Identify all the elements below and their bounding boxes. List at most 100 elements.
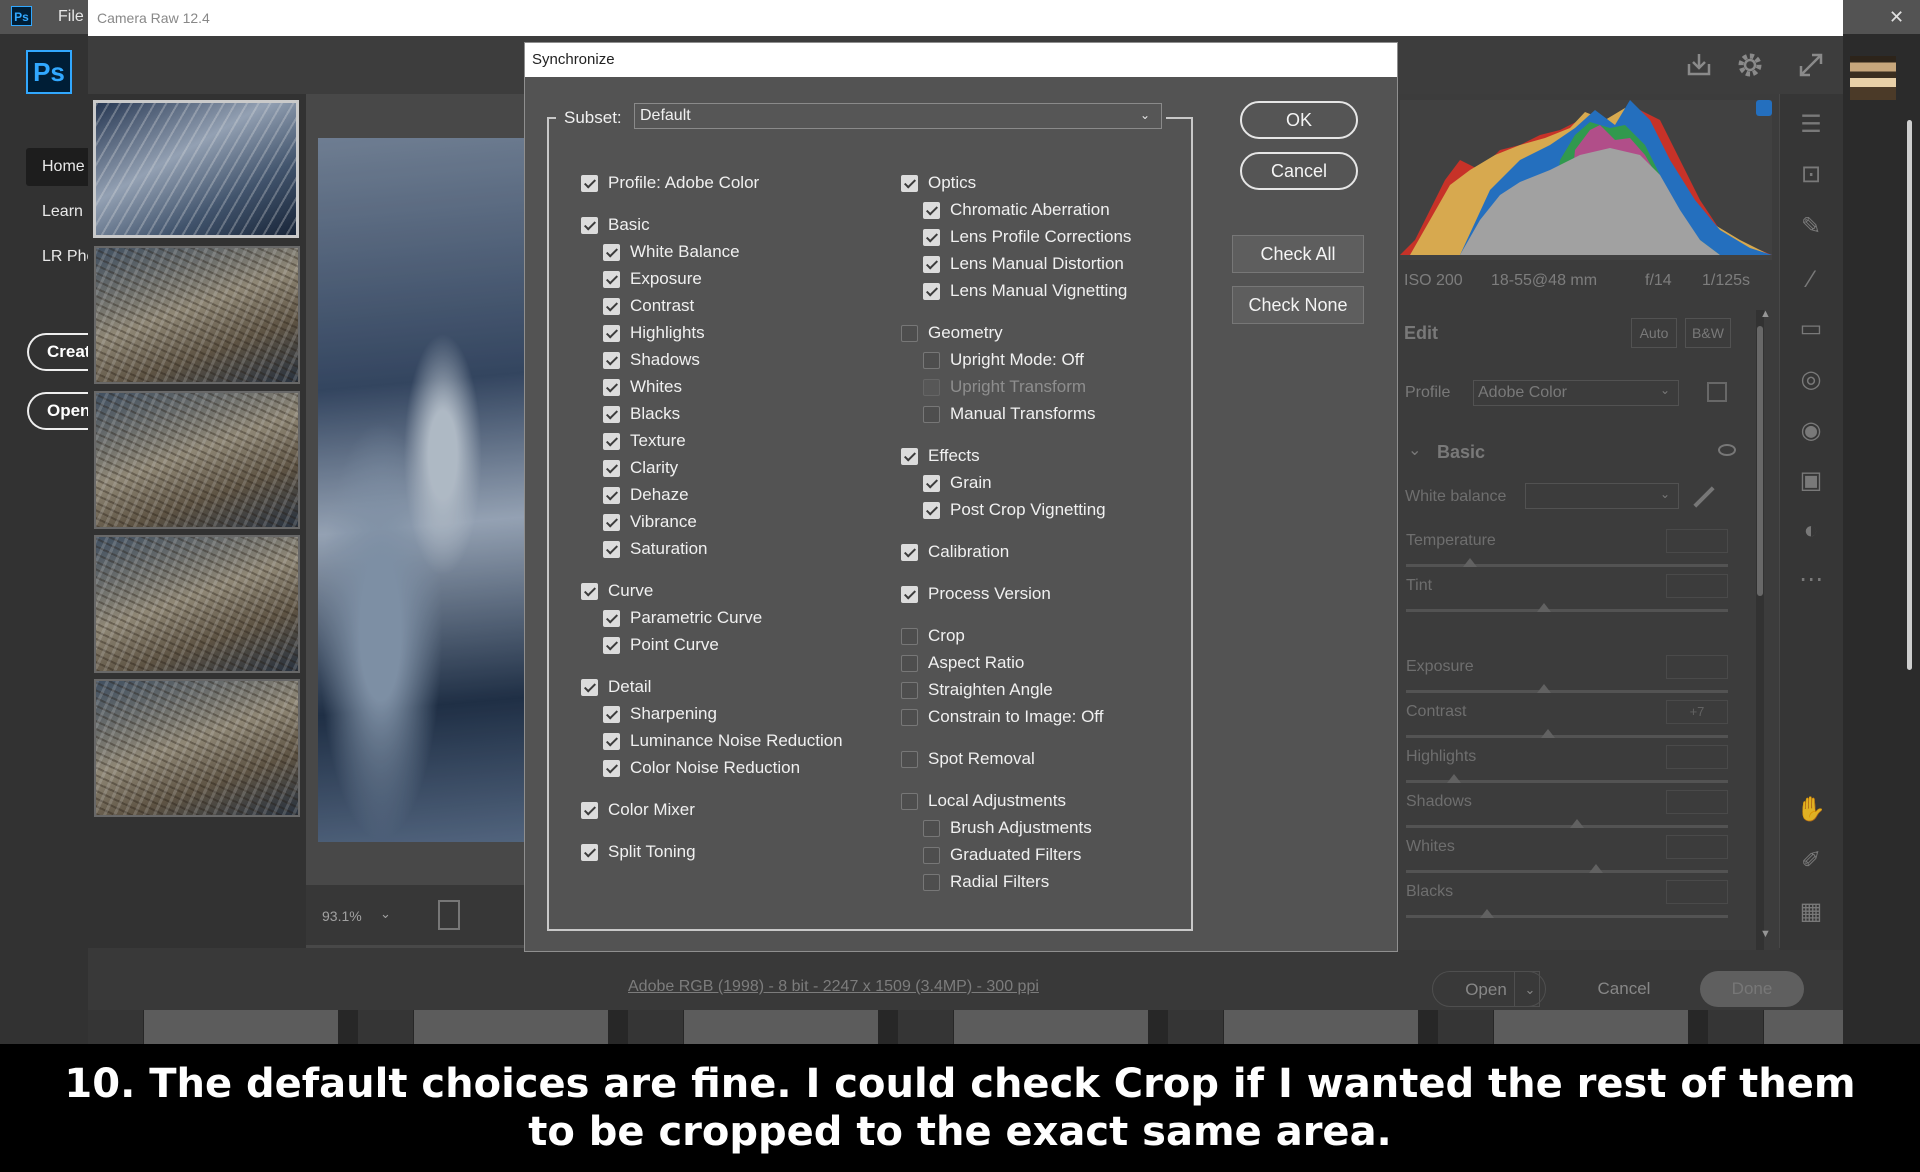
checkbox[interactable] (923, 405, 940, 423)
checkbox[interactable] (901, 681, 918, 699)
nav-learn[interactable]: Learn (42, 203, 83, 221)
checkbox[interactable] (923, 351, 940, 369)
checkbox-row-upright-mode-off[interactable]: Upright Mode: Off (923, 349, 1084, 371)
checkbox-row-profile-adobe-color[interactable]: Profile: Adobe Color (581, 172, 759, 194)
checkbox-row-process-version[interactable]: Process Version (901, 583, 1051, 605)
checkbox[interactable] (901, 585, 918, 603)
checkbox[interactable] (603, 540, 620, 558)
checkbox-row-split-toning[interactable]: Split Toning (581, 841, 696, 863)
checkbox-row-clarity[interactable]: Clarity (603, 457, 678, 479)
checkbox-row-parametric-curve[interactable]: Parametric Curve (603, 607, 762, 629)
checkbox-row-grain[interactable]: Grain (923, 472, 992, 494)
checkbox[interactable] (603, 513, 620, 531)
checkbox-row-curve[interactable]: Curve (581, 580, 653, 602)
checkbox[interactable] (603, 609, 620, 627)
checkbox-row-basic[interactable]: Basic (581, 214, 650, 236)
checkbox[interactable] (581, 801, 598, 819)
checkbox-row-aspect-ratio[interactable]: Aspect Ratio (901, 652, 1024, 674)
checkbox-row-detail[interactable]: Detail (581, 676, 651, 698)
checkbox-row-contrast[interactable]: Contrast (603, 295, 694, 317)
checkbox[interactable] (901, 792, 918, 810)
checkbox[interactable] (901, 447, 918, 465)
checkbox-row-shadows[interactable]: Shadows (603, 349, 700, 371)
checkbox[interactable] (603, 636, 620, 654)
check-none-button[interactable]: Check None (1232, 286, 1364, 324)
checkbox-row-lens-profile-corrections[interactable]: Lens Profile Corrections (923, 226, 1131, 248)
checkbox-row-vibrance[interactable]: Vibrance (603, 511, 697, 533)
checkbox-row-blacks[interactable]: Blacks (603, 403, 680, 425)
checkbox-row-effects[interactable]: Effects (901, 445, 980, 467)
checkbox-row-crop[interactable]: Crop (901, 625, 965, 647)
checkbox[interactable] (923, 873, 940, 891)
checkbox-row-local-adjustments[interactable]: Local Adjustments (901, 790, 1066, 812)
checkbox-row-dehaze[interactable]: Dehaze (603, 484, 689, 506)
checkbox-row-manual-transforms[interactable]: Manual Transforms (923, 403, 1096, 425)
checkbox[interactable] (901, 708, 918, 726)
checkbox[interactable] (901, 324, 918, 342)
checkbox[interactable] (581, 582, 598, 600)
chevron-down-icon[interactable]: ⌄ (1140, 108, 1150, 122)
checkbox[interactable] (603, 732, 620, 750)
checkbox-row-exposure[interactable]: Exposure (603, 268, 702, 290)
checkbox-row-saturation[interactable]: Saturation (603, 538, 708, 560)
checkbox[interactable] (581, 216, 598, 234)
page-scrollbar[interactable] (1907, 120, 1912, 670)
checkbox-row-post-crop-vignetting[interactable]: Post Crop Vignetting (923, 499, 1106, 521)
fullscreen-icon[interactable] (1798, 52, 1824, 78)
checkbox[interactable] (901, 627, 918, 645)
recent-file-thumbnail[interactable] (1850, 56, 1896, 100)
checkbox[interactable] (603, 486, 620, 504)
checkbox[interactable] (603, 297, 620, 315)
checkbox[interactable] (581, 678, 598, 696)
checkbox[interactable] (901, 543, 918, 561)
subset-select[interactable]: Default (634, 103, 1162, 129)
checkbox[interactable] (603, 432, 620, 450)
checkbox-row-whites[interactable]: Whites (603, 376, 682, 398)
check-all-button[interactable]: Check All (1232, 235, 1364, 273)
checkbox-row-chromatic-aberration[interactable]: Chromatic Aberration (923, 199, 1110, 221)
checkbox-row-lens-manual-vignetting[interactable]: Lens Manual Vignetting (923, 280, 1127, 302)
checkbox[interactable] (603, 405, 620, 423)
checkbox-row-white-balance[interactable]: White Balance (603, 241, 740, 263)
checkbox-row-brush-adjustments[interactable]: Brush Adjustments (923, 817, 1092, 839)
checkbox[interactable] (923, 819, 940, 837)
checkbox-row-optics[interactable]: Optics (901, 172, 976, 194)
checkbox[interactable] (603, 243, 620, 261)
checkbox-row-geometry[interactable]: Geometry (901, 322, 1003, 344)
checkbox[interactable] (923, 474, 940, 492)
checkbox-row-graduated-filters[interactable]: Graduated Filters (923, 844, 1081, 866)
checkbox-row-spot-removal[interactable]: Spot Removal (901, 748, 1035, 770)
checkbox[interactable] (923, 501, 940, 519)
checkbox[interactable] (603, 324, 620, 342)
checkbox-row-point-curve[interactable]: Point Curve (603, 634, 719, 656)
checkbox-row-texture[interactable]: Texture (603, 430, 686, 452)
checkbox[interactable] (923, 228, 940, 246)
checkbox-row-constrain-to-image-off[interactable]: Constrain to Image: Off (901, 706, 1103, 728)
gear-icon[interactable] (1737, 52, 1763, 78)
checkbox[interactable] (923, 282, 940, 300)
checkbox[interactable] (603, 270, 620, 288)
checkbox[interactable] (901, 174, 918, 192)
save-icon[interactable] (1685, 52, 1713, 78)
checkbox[interactable] (603, 351, 620, 369)
checkbox[interactable] (923, 201, 940, 219)
checkbox-row-lens-manual-distortion[interactable]: Lens Manual Distortion (923, 253, 1124, 275)
checkbox[interactable] (603, 705, 620, 723)
checkbox[interactable] (923, 255, 940, 273)
checkbox[interactable] (603, 378, 620, 396)
checkbox[interactable] (923, 846, 940, 864)
checkbox-row-color-noise-reduction[interactable]: Color Noise Reduction (603, 757, 800, 779)
checkbox[interactable] (581, 843, 598, 861)
checkbox[interactable] (581, 174, 598, 192)
checkbox[interactable] (901, 654, 918, 672)
checkbox-row-highlights[interactable]: Highlights (603, 322, 705, 344)
menu-file[interactable]: File (58, 8, 84, 26)
checkbox-row-luminance-noise-reduction[interactable]: Luminance Noise Reduction (603, 730, 843, 752)
checkbox-row-straighten-angle[interactable]: Straighten Angle (901, 679, 1053, 701)
cancel-button[interactable]: Cancel (1240, 152, 1358, 190)
checkbox-row-sharpening[interactable]: Sharpening (603, 703, 717, 725)
checkbox-row-calibration[interactable]: Calibration (901, 541, 1009, 563)
checkbox-row-color-mixer[interactable]: Color Mixer (581, 799, 695, 821)
close-icon[interactable]: ✕ (1873, 0, 1920, 34)
ok-button[interactable]: OK (1240, 101, 1358, 139)
